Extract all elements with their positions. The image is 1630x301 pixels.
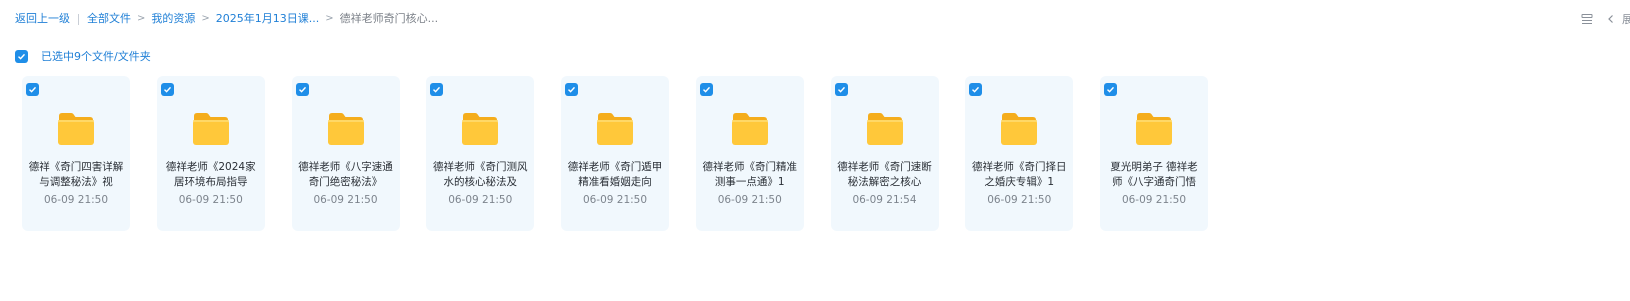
folder-icon	[597, 113, 633, 145]
file-date: 06-09 21:50	[1121, 194, 1187, 206]
breadcrumb-separator-icon: >	[137, 13, 146, 24]
file-checkbox[interactable]	[699, 83, 713, 96]
selection-bar: 已选中9个文件/文件夹	[15, 48, 151, 64]
breadcrumb-separator-icon: >	[325, 13, 334, 24]
file-tile[interactable]: 德祥老师《奇门测风水的核心秘法及 06-09 21:50	[426, 76, 535, 231]
check-icon	[298, 86, 306, 93]
file-checkbox[interactable]	[26, 83, 39, 96]
selection-count: 已选中9个文件/文件夹	[41, 50, 151, 63]
file-name: 德祥老师《2024家居环境布局指导	[165, 161, 256, 188]
file-browser: 返回上一级 全部文件 > 我的资源 > 2025年1月13日课... > 德祥老…	[0, 0, 1630, 301]
file-checkbox[interactable]	[969, 83, 983, 96]
select-all-checkbox[interactable]	[15, 49, 28, 63]
file-tile[interactable]: 夏光明弟子 德祥老师《八字通奇门悟 06-09 21:50	[1100, 76, 1208, 231]
file-date: 06-09 21:50	[178, 194, 243, 206]
check-icon	[18, 53, 26, 60]
file-name: 夏光明弟子 德祥老师《八字通奇门悟	[1110, 161, 1198, 188]
file-checkbox[interactable]	[565, 83, 578, 96]
view-toolbar: 展	[1578, 10, 1630, 28]
check-icon	[29, 86, 37, 93]
folder-icon	[1136, 113, 1172, 145]
file-name: 德祥《奇门四害详解与调整秘法》视	[28, 161, 124, 188]
file-name: 德祥老师《八字速通奇门绝密秘法》	[298, 161, 393, 188]
file-tile[interactable]: 德祥老师《奇门择日之婚庆专辑》1 06-09 21:50	[965, 76, 1074, 231]
file-name: 德祥老师《奇门速断秘法解密之核心	[837, 161, 932, 188]
breadcrumb-item-all-files[interactable]: 全部文件	[87, 11, 131, 27]
breadcrumb-divider	[78, 13, 79, 25]
check-icon	[568, 86, 576, 93]
breadcrumb-item-current: 德祥老师奇门核心...	[339, 12, 439, 25]
breadcrumb: 返回上一级 全部文件 > 我的资源 > 2025年1月13日课... > 德祥老…	[15, 11, 438, 27]
file-name: 德祥老师《奇门精准测事一点通》1	[702, 161, 798, 188]
file-checkbox[interactable]	[834, 83, 848, 96]
breadcrumb-item-course-folder[interactable]: 2025年1月13日课...	[216, 11, 319, 27]
back-link[interactable]: 返回上一级	[15, 11, 70, 27]
list-view-icon[interactable]	[1578, 10, 1596, 28]
file-date: 06-09 21:50	[313, 194, 378, 206]
check-icon	[1107, 86, 1115, 93]
file-tile[interactable]: 德祥《奇门四害详解与调整秘法》视 06-09 21:50	[22, 76, 130, 231]
chevron-left-icon[interactable]	[1602, 10, 1620, 28]
folder-icon	[866, 113, 903, 145]
folder-icon	[58, 113, 94, 145]
file-date: 06-09 21:50	[582, 194, 648, 206]
file-name: 德祥老师《奇门择日之婚庆专辑》1	[972, 161, 1067, 188]
check-icon	[433, 86, 441, 93]
file-checkbox[interactable]	[295, 83, 309, 96]
file-name: 德祥老师《奇门遁甲精准看婚姻走向	[567, 161, 663, 188]
file-checkbox[interactable]	[1104, 83, 1117, 96]
file-date: 06-09 21:50	[448, 194, 513, 206]
check-icon	[837, 86, 845, 93]
folder-icon	[731, 113, 768, 145]
file-tile[interactable]: 德祥老师《八字速通奇门绝密秘法》 06-09 21:50	[291, 76, 400, 231]
file-checkbox[interactable]	[430, 83, 444, 96]
folder-icon	[462, 113, 499, 145]
file-name: 德祥老师《奇门测风水的核心秘法及	[433, 161, 528, 188]
file-tile[interactable]: 德祥老师《2024家居环境布局指导 06-09 21:50	[156, 76, 265, 231]
folder-icon	[1001, 113, 1038, 145]
file-tile[interactable]: 德祥老师《奇门精准测事一点通》1 06-09 21:50	[695, 76, 804, 231]
folder-icon	[327, 113, 364, 145]
file-date: 06-09 21:50	[717, 194, 782, 206]
file-tile[interactable]: 德祥老师《奇门遁甲精准看婚姻走向 06-09 21:50	[561, 76, 669, 231]
file-date: 06-09 21:50	[43, 194, 109, 206]
check-icon	[163, 86, 171, 93]
file-grid: 德祥《奇门四害详解与调整秘法》视 06-09 21:50 德祥老师《2024家居…	[22, 76, 1235, 231]
breadcrumb-separator-icon: >	[201, 13, 210, 24]
file-tile[interactable]: 德祥老师《奇门速断秘法解密之核心 06-09 21:54	[830, 76, 939, 231]
file-date: 06-09 21:54	[852, 194, 917, 206]
check-icon	[702, 86, 710, 93]
expand-toggle[interactable]: 展	[1622, 11, 1630, 27]
folder-icon	[192, 113, 229, 145]
breadcrumb-item-my-resources[interactable]: 我的资源	[151, 11, 195, 27]
file-date: 06-09 21:50	[987, 194, 1052, 206]
file-checkbox[interactable]	[160, 83, 174, 96]
check-icon	[972, 86, 980, 93]
